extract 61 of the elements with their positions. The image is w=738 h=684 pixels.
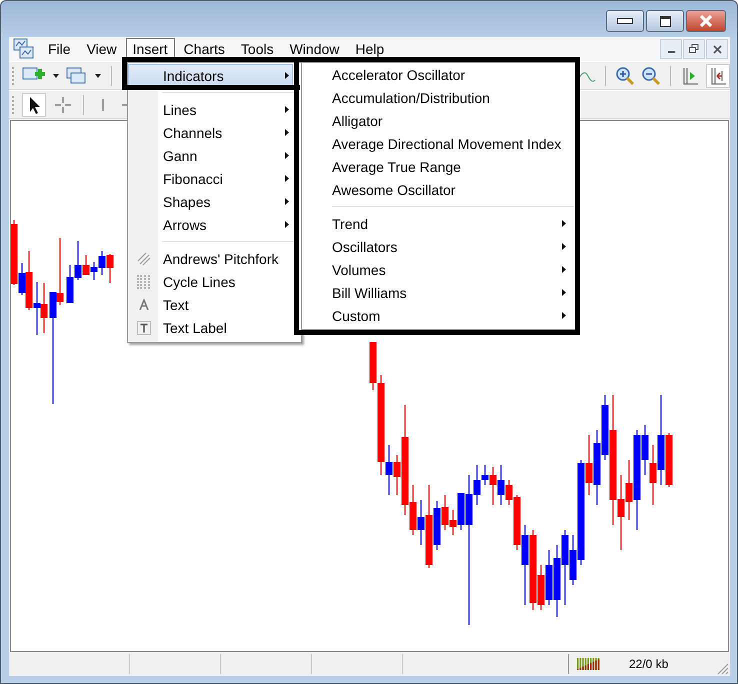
menu-item[interactable]: Window bbox=[282, 38, 346, 60]
pitchfork-icon bbox=[137, 252, 151, 266]
letter-icon bbox=[139, 299, 149, 310]
autoscroll-icon[interactable] bbox=[706, 64, 730, 88]
submenu-arrow-icon bbox=[285, 152, 289, 159]
caret-icon[interactable] bbox=[94, 72, 102, 78]
menu-item[interactable]: Text bbox=[128, 293, 293, 316]
menu-item[interactable]: Shapes bbox=[128, 190, 293, 213]
submenu-arrow-icon bbox=[285, 221, 289, 228]
app-logo-icon bbox=[13, 38, 35, 60]
menu-item[interactable]: Indicators bbox=[128, 64, 293, 87]
menu-item[interactable]: Lines bbox=[128, 98, 293, 121]
menu-item[interactable]: Tools bbox=[234, 38, 281, 60]
menu-item[interactable]: Text Label bbox=[128, 316, 293, 339]
menu-item[interactable]: Volumes bbox=[302, 258, 570, 281]
menu-item[interactable]: Alligator bbox=[302, 109, 570, 132]
submenu-arrow-icon bbox=[285, 198, 289, 205]
submenu-arrow-icon bbox=[285, 129, 289, 136]
menu-item[interactable]: Charts bbox=[176, 38, 232, 60]
menu-item[interactable]: Awesome Oscillator bbox=[302, 178, 570, 201]
menu-item[interactable]: View bbox=[80, 38, 124, 60]
menu-item[interactable]: Fibonacci bbox=[128, 167, 293, 190]
menu-item[interactable]: Accelerator Oscillator bbox=[302, 63, 570, 86]
submenu-arrow-icon bbox=[562, 243, 566, 250]
maximize-button[interactable] bbox=[646, 10, 684, 32]
zoom-out-icon[interactable] bbox=[641, 66, 661, 86]
connection-bars-icon bbox=[577, 658, 601, 670]
menu-item[interactable]: Arrows bbox=[128, 213, 293, 236]
traffic-counter: 22/0 kb bbox=[629, 657, 668, 671]
close-icon bbox=[698, 14, 714, 28]
menu-item[interactable]: Average True Range bbox=[302, 155, 570, 178]
submenu-arrow-icon bbox=[285, 175, 289, 182]
caret-icon[interactable] bbox=[52, 72, 60, 78]
close-button[interactable] bbox=[686, 10, 726, 32]
menu-item[interactable]: Custom bbox=[302, 304, 570, 327]
menu-item[interactable]: Channels bbox=[128, 121, 293, 144]
zoom-in-icon[interactable] bbox=[615, 66, 635, 86]
profiles-icon[interactable] bbox=[66, 66, 88, 86]
menu-item[interactable]: Accumulation/Distribution bbox=[302, 86, 570, 109]
submenu-arrow-icon bbox=[562, 289, 566, 296]
restore-button[interactable] bbox=[683, 39, 705, 59]
restore-icon bbox=[689, 44, 699, 54]
submenu-arrow-icon bbox=[562, 220, 566, 227]
text-label-icon bbox=[137, 320, 151, 334]
submenu-arrow-icon bbox=[285, 106, 289, 113]
menu-item[interactable]: File bbox=[41, 38, 78, 60]
menu-item[interactable]: Bill Williams bbox=[302, 281, 570, 304]
submenu-arrow-icon bbox=[562, 312, 566, 319]
resize-grip-icon[interactable] bbox=[715, 661, 729, 675]
submenu-arrow-icon bbox=[285, 72, 289, 79]
menu-item[interactable]: Andrews' Pitchfork bbox=[128, 247, 293, 270]
cycle-lines-icon bbox=[136, 274, 152, 290]
menu-item[interactable]: Oscillators bbox=[302, 235, 570, 258]
close-icon bbox=[712, 44, 722, 54]
menu-item[interactable]: Average Directional Movement Index bbox=[302, 132, 570, 155]
submenu-arrow-icon bbox=[562, 266, 566, 273]
minimize-button[interactable] bbox=[606, 10, 644, 32]
menu-item[interactable]: Trend bbox=[302, 212, 570, 235]
menu-item[interactable]: Gann bbox=[128, 144, 293, 167]
menu-item[interactable]: Help bbox=[348, 38, 392, 60]
menu-item[interactable]: Cycle Lines bbox=[128, 270, 293, 293]
